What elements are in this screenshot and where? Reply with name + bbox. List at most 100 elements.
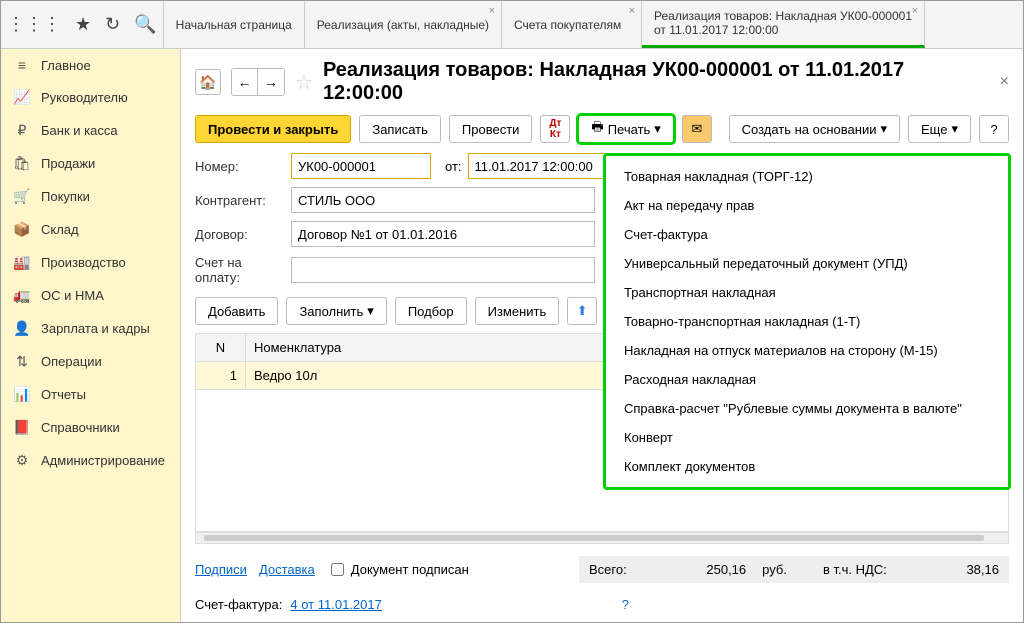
fill-button[interactable]: Заполнить ▾ [286, 297, 386, 325]
sidebar-item[interactable]: 📈 Руководителю [1, 81, 180, 114]
history-icon[interactable]: ↻ [105, 14, 120, 35]
tab-sales-acts[interactable]: Реализация (акты, накладные) × [305, 1, 502, 48]
print-menu-item[interactable]: Универсальный передаточный документ (УПД… [606, 249, 1008, 278]
back-button[interactable]: ← [232, 69, 258, 95]
print-menu-item[interactable]: Товарная накладная (ТОРГ-12) [606, 162, 1008, 191]
change-button[interactable]: Изменить [475, 297, 560, 325]
col-n[interactable]: N [196, 334, 246, 362]
sidebar-item[interactable]: 👤 Зарплата и кадры [1, 312, 180, 345]
email-button[interactable]: ✉ [682, 115, 712, 143]
search-icon[interactable]: 🔍 [134, 14, 156, 35]
print-menu-item[interactable]: Накладная на отпуск материалов на сторон… [606, 336, 1008, 365]
sidebar-icon: 📕 [13, 419, 31, 436]
totals-bar: Всего: 250,16 руб. в т.ч. НДС: 38,16 [579, 556, 1009, 583]
sidebar-item-label: Зарплата и кадры [41, 321, 150, 336]
sidebar-item-label: Администрирование [41, 453, 165, 468]
sidebar-item[interactable]: 🚛 ОС и НМА [1, 279, 180, 312]
print-menu-item[interactable]: Счет-фактура [606, 220, 1008, 249]
sidebar-item[interactable]: ⇅ Операции [1, 345, 180, 378]
sidebar-item-label: Справочники [41, 420, 120, 435]
sidebar-item-label: Производство [41, 255, 126, 270]
sidebar-item-label: Продажи [41, 156, 95, 171]
post-and-close-button[interactable]: Провести и закрыть [195, 115, 351, 143]
close-icon[interactable]: × [489, 5, 495, 17]
partner-input[interactable] [291, 187, 595, 213]
tab-invoices[interactable]: Счета покупателям × [502, 1, 642, 48]
print-dropdown-menu: Товарная накладная (ТОРГ-12)Акт на перед… [603, 153, 1011, 490]
home-button[interactable]: 🏠 [195, 69, 221, 95]
page-title: Реализация товаров: Накладная УК00-00000… [323, 59, 990, 105]
star-icon[interactable]: ★ [75, 14, 91, 35]
navigation-sidebar: ≡ Главное 📈 Руководителю ₽ Банк и касса 🛍 Прода… [1, 49, 181, 622]
sidebar-item-label: Операции [41, 354, 102, 369]
sidebar-item[interactable]: 📊 Отчеты [1, 378, 180, 411]
topbar: ⋮⋮⋮ ★ ↻ 🔍 Начальная страница Реализация … [1, 1, 1023, 49]
sidebar-icon: 🛒 [13, 188, 31, 205]
sidebar-item[interactable]: ≡ Главное [1, 49, 180, 81]
print-menu-item[interactable]: Конверт [606, 423, 1008, 452]
horizontal-scrollbar[interactable] [195, 532, 1009, 544]
sidebar-icon: 👤 [13, 320, 31, 337]
print-menu-item[interactable]: Товарно-транспортная накладная (1-Т) [606, 307, 1008, 336]
sidebar-icon: 🏭 [13, 254, 31, 271]
tab-current-document[interactable]: Реализация товаров: Накладная УК00-00000… [642, 1, 925, 48]
sidebar-item[interactable]: 📕 Справочники [1, 411, 180, 444]
dtct-icon[interactable]: ДтКт [540, 115, 570, 143]
favorite-star-icon[interactable]: ☆ [295, 70, 313, 95]
print-button[interactable]: 🖶 Печать ▾ [578, 115, 673, 143]
print-menu-item[interactable]: Комплект документов [606, 452, 1008, 481]
sidebar-icon: 🛍 [13, 155, 31, 172]
invoice-input[interactable] [291, 257, 595, 283]
invoice-out-label: Счет-фактура: [195, 597, 282, 612]
sidebar-item[interactable]: 📦 Склад [1, 213, 180, 246]
sidebar-icon: 🚛 [13, 287, 31, 304]
save-button[interactable]: Записать [359, 115, 441, 143]
move-up-button[interactable]: ⬆ [567, 297, 597, 325]
sidebar-item-label: Отчеты [41, 387, 86, 402]
close-document-button[interactable]: × [1000, 73, 1009, 91]
close-icon[interactable]: × [912, 5, 918, 17]
delivery-link[interactable]: Доставка [259, 562, 315, 577]
sidebar-item-label: Склад [41, 222, 79, 237]
help-icon[interactable]: ? [622, 597, 629, 612]
sidebar-icon: 📦 [13, 221, 31, 238]
forward-button[interactable]: → [258, 69, 284, 95]
print-menu-item[interactable]: Справка-расчет "Рублевые суммы документа… [606, 394, 1008, 423]
post-button[interactable]: Провести [449, 115, 533, 143]
sidebar-icon: 📈 [13, 89, 31, 106]
sidebar-icon: ⇅ [13, 353, 31, 370]
sidebar-item[interactable]: ₽ Банк и касса [1, 114, 180, 147]
main-content: 🏠 ← → ☆ Реализация товаров: Накладная УК… [181, 49, 1023, 622]
signed-checkbox[interactable] [331, 563, 344, 576]
sidebar-item-label: ОС и НМА [41, 288, 104, 303]
help-button[interactable]: ? [979, 115, 1009, 143]
sidebar-item-label: Банк и касса [41, 123, 118, 138]
document-tabs: Начальная страница Реализация (акты, нак… [164, 1, 1023, 48]
contract-input[interactable] [291, 221, 595, 247]
sidebar-item[interactable]: 🛒Покупки [1, 180, 180, 213]
signatures-link[interactable]: Подписи [195, 562, 247, 577]
apps-grid-icon[interactable]: ⋮⋮⋮ [7, 14, 61, 35]
more-button[interactable]: Еще ▾ [908, 115, 971, 143]
sidebar-icon: 📊 [13, 386, 31, 403]
sidebar-item[interactable]: 🏭 Производство [1, 246, 180, 279]
sidebar-item-label: Главное [41, 58, 91, 73]
tab-home[interactable]: Начальная страница [164, 1, 305, 48]
number-label: Номер: [195, 159, 285, 174]
sidebar-item[interactable]: 🛍 Продажи [1, 147, 180, 180]
print-menu-item[interactable]: Расходная накладная [606, 365, 1008, 394]
print-menu-item[interactable]: Транспортная накладная [606, 278, 1008, 307]
close-icon[interactable]: × [629, 5, 635, 17]
sidebar-item-label: Руководителю [41, 90, 128, 105]
select-goods-button[interactable]: Подбор [395, 297, 467, 325]
sidebar-item[interactable]: ⚙Администрирование [1, 444, 180, 477]
invoice-out-link[interactable]: 4 от 11.01.2017 [290, 597, 381, 612]
print-menu-item[interactable]: Акт на передачу прав [606, 191, 1008, 220]
number-input[interactable] [291, 153, 431, 179]
sidebar-icon: ₽ [13, 122, 31, 139]
invoice-label: Счет на оплату: [195, 255, 285, 285]
from-label: от: [445, 159, 462, 174]
sidebar-icon: ≡ [13, 57, 31, 73]
add-row-button[interactable]: Добавить [195, 297, 278, 325]
create-based-on-button[interactable]: Создать на основании ▾ [729, 115, 900, 143]
